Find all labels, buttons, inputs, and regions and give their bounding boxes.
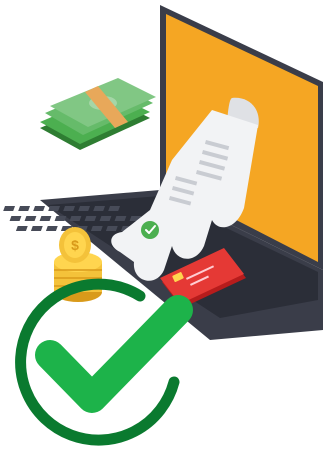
illustration-canvas: $ xyxy=(3,5,323,446)
laptop-icon xyxy=(3,5,323,340)
banknotes-icon xyxy=(40,78,156,150)
checkmark-icon xyxy=(15,278,193,446)
payment-success-illustration: $ xyxy=(0,0,323,449)
svg-text:$: $ xyxy=(71,237,79,253)
